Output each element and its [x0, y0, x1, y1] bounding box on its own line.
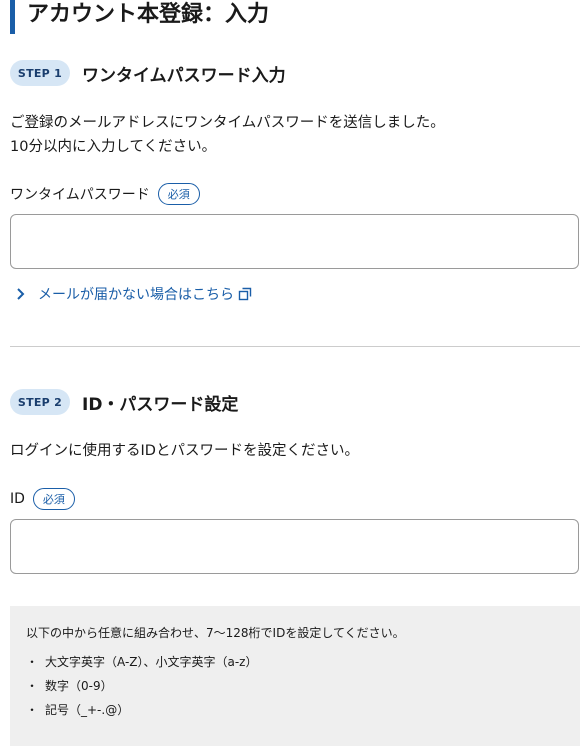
list-item: ・ 大文字英字（A-Z）、小文字英字（a-z） [26, 650, 564, 674]
id-field-label: ID [10, 491, 25, 507]
id-rules-box: 以下の中から任意に組み合わせ、7〜128桁でIDを設定してください。 ・ 大文字… [10, 606, 580, 746]
step1-description-line1: ご登録のメールアドレスにワンタイムパスワードを送信しました。 [10, 115, 445, 131]
required-badge: 必須 [32, 488, 75, 510]
step2-badge: STEP 2 [10, 389, 70, 415]
id-rule-text: 記号（_+-.@） [45, 703, 130, 717]
step1-description-line2: 10分以内に入力してください。 [10, 139, 217, 155]
id-rule-text: 数字（0-9） [45, 679, 113, 693]
id-rules-intro: 以下の中から任意に組み合わせ、7〜128桁でIDを設定してください。 [26, 626, 405, 640]
step2-description: ログインに使用するIDとパスワードを設定ください。 [10, 443, 359, 459]
mail-not-received-link[interactable]: メールが届かない場合はこちら [14, 284, 252, 304]
chevron-right-icon [17, 288, 25, 300]
bullet: ・ [26, 655, 39, 669]
list-item: ・ 記号（_+-.@） [26, 698, 564, 722]
otp-field-label: ワンタイムパスワード [10, 187, 150, 203]
id-input[interactable] [10, 519, 579, 574]
section-divider [10, 346, 580, 347]
required-badge: 必須 [157, 183, 200, 205]
step1-badge: STEP 1 [10, 60, 70, 86]
id-field-label-row: ID 必須 [10, 488, 75, 510]
page-title: アカウント本登録：入力 [10, 0, 269, 34]
otp-input[interactable] [10, 214, 579, 269]
bullet: ・ [26, 679, 39, 693]
id-rules-list: ・ 大文字英字（A-Z）、小文字英字（a-z） ・ 数字（0-9） ・ 記号（_… [26, 650, 564, 722]
list-item: ・ 数字（0-9） [26, 674, 564, 698]
step1-title: ワンタイムパスワード入力 [82, 65, 286, 86]
step1-header: STEP 1 ワンタイムパスワード入力 [10, 60, 286, 86]
external-window-icon [238, 287, 252, 301]
bullet: ・ [26, 703, 39, 717]
otp-field-label-row: ワンタイムパスワード 必須 [10, 183, 200, 205]
step2-header: STEP 2 ID・パスワード設定 [10, 389, 238, 415]
mail-not-received-label: メールが届かない場合はこちら [38, 287, 234, 303]
step2-title: ID・パスワード設定 [82, 394, 239, 415]
id-rule-text: 大文字英字（A-Z）、小文字英字（a-z） [45, 655, 258, 669]
